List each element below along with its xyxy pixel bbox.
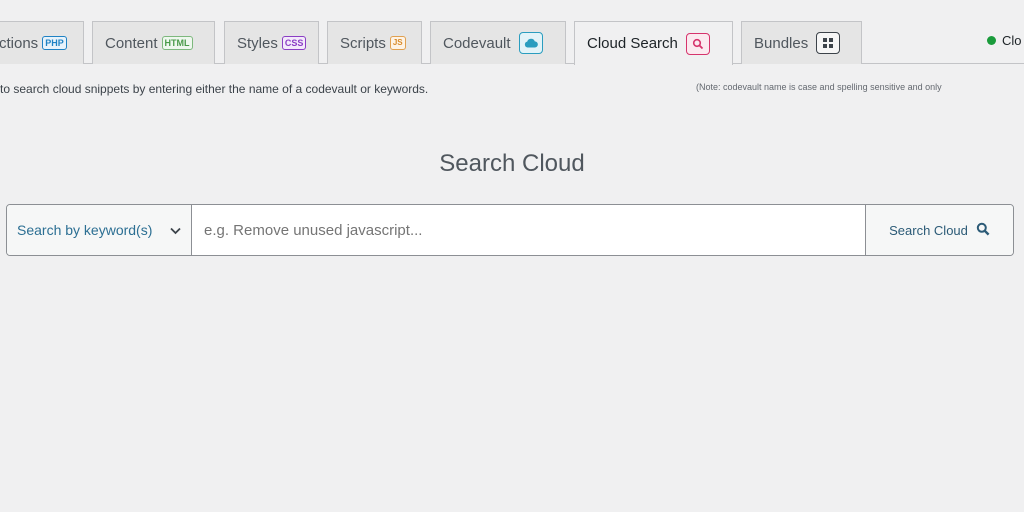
tab-label: Content xyxy=(105,34,158,52)
html-badge: HTML xyxy=(161,36,193,50)
tab-label: Cloud Search xyxy=(587,35,678,52)
page-title: Search Cloud xyxy=(439,150,585,177)
cloud-search-form: Search by keyword(s) e.g. Remove unused … xyxy=(6,204,1014,256)
search-icon xyxy=(685,32,710,55)
tab-bundles[interactable]: Bundles xyxy=(741,21,862,64)
search-mode-select[interactable]: Search by keyword(s) xyxy=(7,205,192,255)
tab-codevault[interactable]: Codevault xyxy=(430,21,566,64)
grid-icon xyxy=(816,32,841,54)
js-badge: JS xyxy=(389,36,406,50)
tab-label: Codevault xyxy=(443,34,511,52)
tab-label: Scripts xyxy=(340,34,386,52)
tab-styles[interactable]: Styles CSS xyxy=(224,21,319,64)
status-label: Clo xyxy=(1002,33,1022,48)
search-cloud-button[interactable]: Search Cloud xyxy=(865,205,1013,255)
tab-bar: ctions PHP Content HTML Styles CSS Scrip… xyxy=(0,0,1024,65)
css-badge: CSS xyxy=(281,36,307,50)
codevault-note: (Note: codevault name is case and spelli… xyxy=(696,82,942,92)
tab-label: Styles xyxy=(237,34,278,52)
php-badge: PHP xyxy=(42,36,67,50)
search-cloud-label: Search Cloud xyxy=(889,222,968,238)
status-dot-icon xyxy=(987,36,996,45)
search-mode-value: Search by keyword(s) xyxy=(17,222,153,238)
tab-functions[interactable]: ctions PHP xyxy=(0,21,84,64)
magnifier-icon xyxy=(976,222,990,239)
page-description: to search cloud snippets by entering eit… xyxy=(0,82,429,96)
tab-content[interactable]: Content HTML xyxy=(92,21,215,64)
tab-scripts[interactable]: Scripts JS xyxy=(327,21,422,64)
tab-label: ctions xyxy=(0,34,39,52)
chevron-down-icon xyxy=(170,222,181,238)
tab-label: Bundles xyxy=(754,34,809,52)
cloud-icon xyxy=(518,32,543,54)
cloud-status: Clo xyxy=(987,33,1022,48)
tab-cloud-search[interactable]: Cloud Search xyxy=(574,21,733,65)
search-input[interactable]: e.g. Remove unused javascript... xyxy=(192,205,865,255)
